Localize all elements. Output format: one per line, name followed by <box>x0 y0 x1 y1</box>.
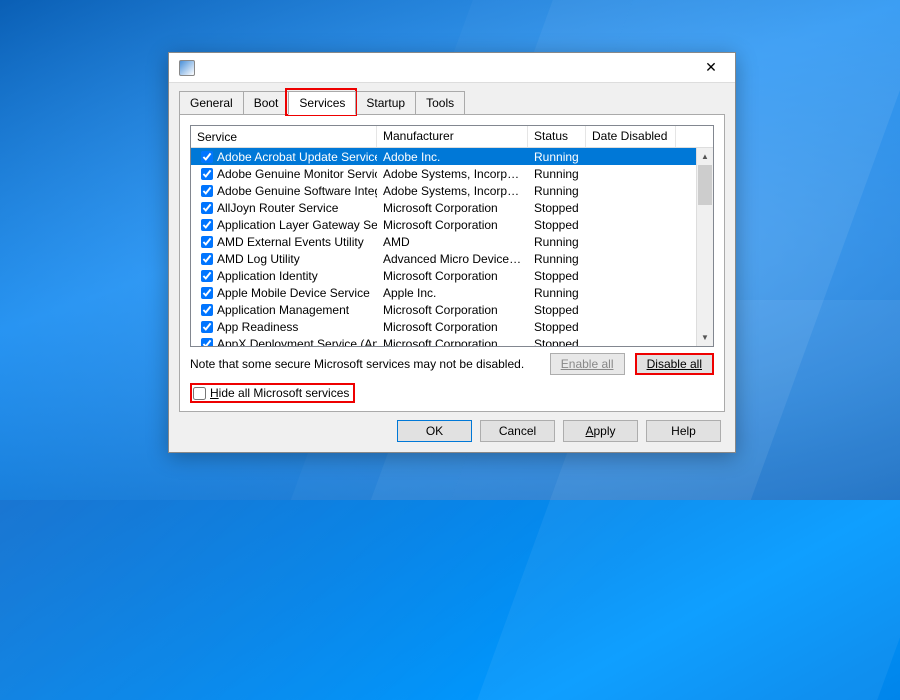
services-listview[interactable]: Service Manufacturer Status Date Disable… <box>190 125 714 347</box>
service-checkbox[interactable] <box>201 236 213 248</box>
service-row[interactable]: Application Identity Microsoft Corporatio… <box>191 267 713 284</box>
service-manufacturer: Advanced Micro Devices, I... <box>377 252 528 266</box>
service-status: Stopped <box>528 337 586 348</box>
scrollbar[interactable]: ▲ ▼ <box>696 148 713 346</box>
service-row[interactable]: AMD External Events Utility AMDRunning <box>191 233 713 250</box>
service-name: Adobe Genuine Monitor Service <box>217 167 377 181</box>
app-icon <box>179 60 195 76</box>
apply-button[interactable]: Apply <box>563 420 638 442</box>
listview-header[interactable]: Service Manufacturer Status Date Disable… <box>191 126 713 148</box>
service-status: Stopped <box>528 218 586 232</box>
service-status: Running <box>528 286 586 300</box>
listview-body[interactable]: Adobe Acrobat Update ServiceAdobe Inc.Ru… <box>191 148 713 347</box>
service-status: Running <box>528 150 586 164</box>
service-status: Stopped <box>528 320 586 334</box>
service-status: Running <box>528 252 586 266</box>
service-row[interactable]: App Readiness Microsoft CorporationStoppe… <box>191 318 713 335</box>
service-name: AMD Log Utility <box>217 252 300 266</box>
service-name: Adobe Acrobat Update Service <box>217 150 377 164</box>
dialog-buttons: OK Cancel Apply Help <box>397 420 721 442</box>
service-checkbox[interactable] <box>201 185 213 197</box>
help-button[interactable]: Help <box>646 420 721 442</box>
service-status: Stopped <box>528 269 586 283</box>
ok-button[interactable]: OK <box>397 420 472 442</box>
service-manufacturer: Adobe Systems, Incorpora... <box>377 184 528 198</box>
enable-all-button[interactable]: Enable all <box>550 353 625 375</box>
service-name: AppX Deployment Service (AppX... <box>217 337 377 348</box>
service-checkbox[interactable] <box>201 304 213 316</box>
tab-general[interactable]: General <box>179 91 244 115</box>
service-checkbox[interactable] <box>201 338 213 348</box>
tab-strip: GeneralBootServicesStartupTools <box>169 83 735 115</box>
close-icon: ✕ <box>705 59 717 76</box>
services-tab-panel: Service Manufacturer Status Date Disable… <box>179 114 725 412</box>
column-status[interactable]: Status <box>528 126 586 147</box>
service-status: Running <box>528 167 586 181</box>
service-row[interactable]: Application Management Microsoft Corporat… <box>191 301 713 318</box>
service-manufacturer: Microsoft Corporation <box>377 337 528 348</box>
hide-microsoft-services[interactable]: Hide all Microsoft services <box>190 383 355 403</box>
service-manufacturer: Adobe Inc. <box>377 150 528 164</box>
service-row[interactable]: Adobe Genuine Monitor ServiceAdobe Syste… <box>191 165 713 182</box>
scroll-down-icon[interactable]: ▼ <box>697 329 713 346</box>
service-row[interactable]: AMD Log Utility Advanced Micro Devices, I… <box>191 250 713 267</box>
service-checkbox[interactable] <box>201 321 213 333</box>
service-manufacturer: AMD <box>377 235 528 249</box>
msconfig-dialog: ✕ GeneralBootServicesStartupTools Servic… <box>168 52 736 453</box>
service-checkbox[interactable] <box>201 270 213 282</box>
tab-services[interactable]: Services <box>288 91 356 115</box>
service-name: Application Identity <box>217 269 318 283</box>
note-text: Note that some secure Microsoft services… <box>190 357 540 371</box>
service-checkbox[interactable] <box>201 168 213 180</box>
disable-all-button[interactable]: Disable all <box>635 353 714 375</box>
scroll-up-icon[interactable]: ▲ <box>697 148 713 165</box>
service-checkbox[interactable] <box>201 151 213 163</box>
service-checkbox[interactable] <box>201 219 213 231</box>
tab-tools[interactable]: Tools <box>415 91 465 115</box>
column-date-disabled[interactable]: Date Disabled <box>586 126 676 147</box>
hide-microsoft-checkbox[interactable] <box>193 387 206 400</box>
service-manufacturer: Adobe Systems, Incorpora... <box>377 167 528 181</box>
close-button[interactable]: ✕ <box>691 54 731 82</box>
service-checkbox[interactable] <box>201 253 213 265</box>
tab-startup[interactable]: Startup <box>355 91 416 115</box>
service-name: App Readiness <box>217 320 298 334</box>
scrollbar-thumb[interactable] <box>698 165 712 205</box>
column-service[interactable]: Service <box>191 126 377 147</box>
service-status: Stopped <box>528 201 586 215</box>
service-manufacturer: Microsoft Corporation <box>377 218 528 232</box>
service-row[interactable]: AppX Deployment Service (AppX...Microsof… <box>191 335 713 347</box>
service-status: Stopped <box>528 303 586 317</box>
service-checkbox[interactable] <box>201 287 213 299</box>
column-manufacturer[interactable]: Manufacturer <box>377 126 528 147</box>
service-name: Adobe Genuine Software Integri... <box>217 184 377 198</box>
titlebar[interactable]: ✕ <box>169 53 735 83</box>
service-status: Running <box>528 184 586 198</box>
service-row[interactable]: Apple Mobile Device Service Apple Inc.Run… <box>191 284 713 301</box>
service-status: Running <box>528 235 586 249</box>
service-name: Application Layer Gateway Service <box>217 218 377 232</box>
service-manufacturer: Microsoft Corporation <box>377 269 528 283</box>
service-name: Apple Mobile Device Service <box>217 286 370 300</box>
cancel-button[interactable]: Cancel <box>480 420 555 442</box>
service-name: AllJoyn Router Service <box>217 201 338 215</box>
tab-boot[interactable]: Boot <box>243 91 290 115</box>
service-name: Application Management <box>217 303 349 317</box>
service-manufacturer: Microsoft Corporation <box>377 303 528 317</box>
service-manufacturer: Microsoft Corporation <box>377 201 528 215</box>
service-row[interactable]: AllJoyn Router Service Microsoft Corporat… <box>191 199 713 216</box>
service-manufacturer: Apple Inc. <box>377 286 528 300</box>
service-checkbox[interactable] <box>201 202 213 214</box>
service-manufacturer: Microsoft Corporation <box>377 320 528 334</box>
service-row[interactable]: Adobe Acrobat Update ServiceAdobe Inc.Ru… <box>191 148 713 165</box>
service-row[interactable]: Application Layer Gateway ServiceMicroso… <box>191 216 713 233</box>
service-name: AMD External Events Utility <box>217 235 364 249</box>
hide-microsoft-label: Hide all Microsoft services <box>210 386 349 400</box>
service-row[interactable]: Adobe Genuine Software Integri...Adobe S… <box>191 182 713 199</box>
